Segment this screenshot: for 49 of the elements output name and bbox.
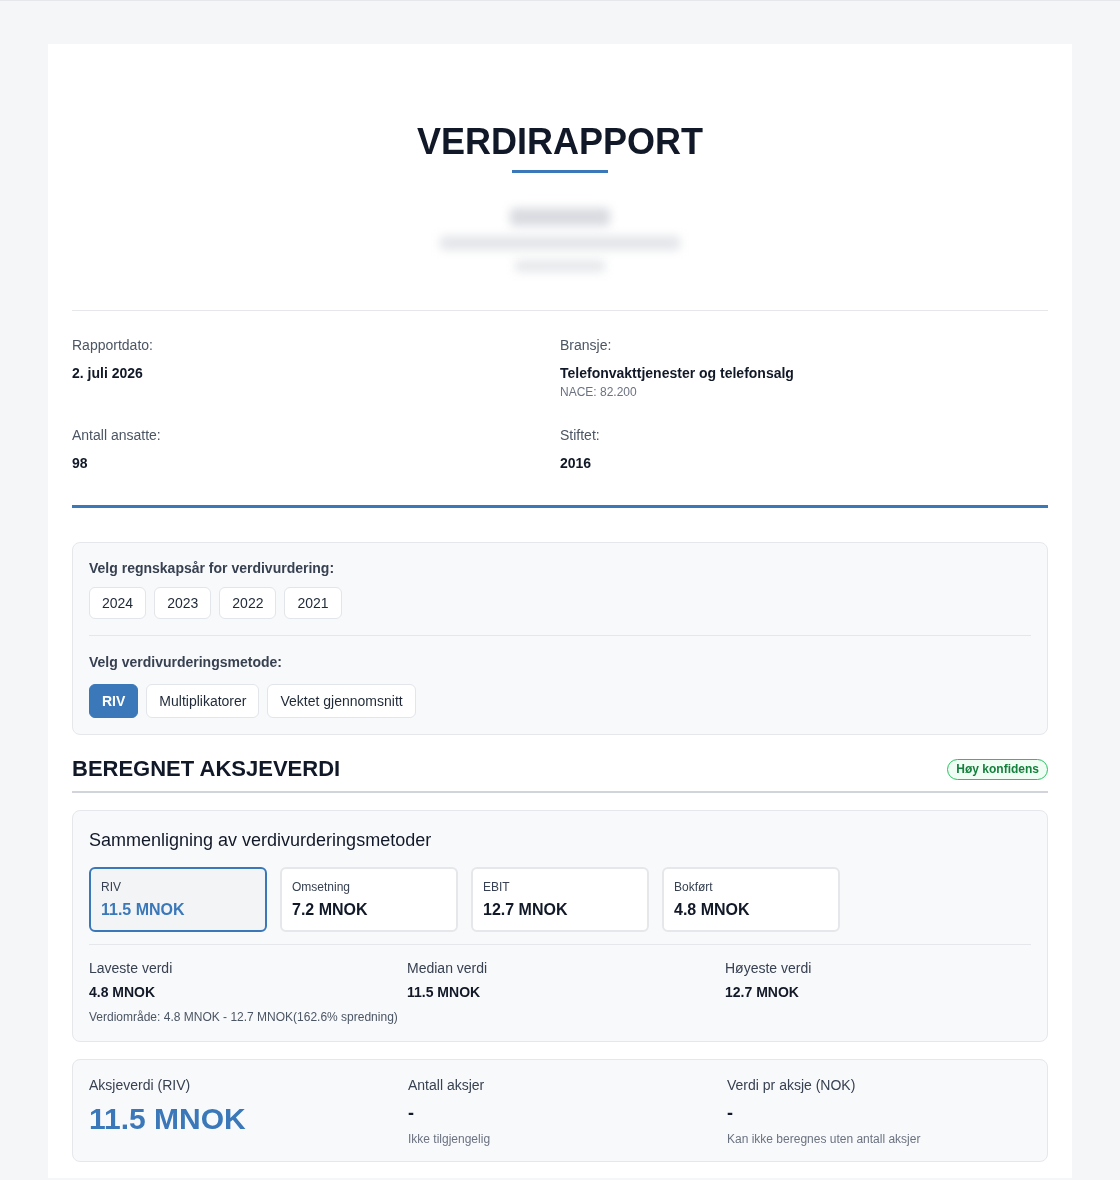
method-label: RIV	[101, 879, 121, 895]
info-label: Rapportdato:	[72, 336, 154, 355]
report-title: VERDIRAPPORT	[417, 122, 703, 162]
stat-label: Median verdi	[407, 959, 489, 978]
info-value: 98	[72, 454, 89, 473]
method-card[interactable]: Omsetning 7.2 MNOK	[280, 867, 458, 932]
method-label: Omsetning	[292, 879, 351, 895]
stat-label: Høyeste verdi	[725, 959, 813, 978]
method-value: 7.2 MNOK	[292, 900, 368, 920]
summary-value: -	[727, 1102, 733, 1125]
option-button[interactable]: 2021	[284, 587, 342, 619]
stat-label: Laveste verdi	[89, 959, 174, 978]
method-card[interactable]: EBIT 12.7 MNOK	[471, 867, 649, 932]
summary-note: Ikke tilgjengelig	[408, 1131, 492, 1147]
method-value: 12.7 MNOK	[483, 900, 568, 920]
info-value: 2. juli 2026	[72, 364, 144, 383]
selector-label: Velg verdivurderingsmetode:	[89, 653, 283, 672]
method-value: 4.8 MNOK	[674, 900, 750, 920]
method-value: 11.5 MNOK	[101, 900, 185, 920]
option-button[interactable]: Vektet gjennomsnitt	[267, 684, 416, 718]
info-value: Telefonvakttjenester og telefonsalg	[560, 364, 795, 383]
method-label: EBIT	[483, 879, 510, 895]
comparison-title: Sammenligning av verdivurderingsmetoder	[89, 829, 433, 852]
summary-value: -	[408, 1102, 414, 1125]
info-value: 2016	[560, 454, 593, 473]
summary-label: Aksjeverdi (RIV)	[89, 1076, 192, 1095]
selector-label: Velg regnskapsår for verdivurdering:	[89, 559, 336, 578]
option-button[interactable]: 2023	[154, 587, 212, 619]
info-label: Stiftet:	[560, 426, 601, 445]
option-button[interactable]: Multiplikatorer	[146, 684, 260, 718]
confidence-badge: Høy konfidens	[947, 758, 1048, 780]
summary-label: Verdi pr aksje (NOK)	[727, 1076, 857, 1095]
option-button[interactable]: 2024	[89, 587, 147, 619]
info-note: NACE: 82.200	[560, 384, 638, 400]
range-note: Verdiområde: 4.8 MNOK - 12.7 MNOK(162.6% spredning)	[89, 1009, 399, 1025]
option-button[interactable]: RIV	[89, 684, 139, 718]
stat-value: 4.8 MNOK	[89, 983, 157, 1002]
method-card[interactable]: RIV 11.5 MNOK	[89, 867, 267, 932]
info-label: Antall ansatte:	[72, 426, 162, 445]
stat-value: 12.7 MNOK	[725, 983, 800, 1002]
info-label: Bransje:	[560, 336, 613, 355]
option-button[interactable]: 2022	[219, 587, 277, 619]
section-heading: BEREGNET AKSJEVERDI	[72, 755, 341, 783]
method-card[interactable]: Bokført 4.8 MNOK	[662, 867, 840, 932]
method-label: Bokført	[674, 879, 713, 895]
stat-value: 11.5 MNOK	[407, 983, 482, 1002]
summary-label: Antall aksjer	[408, 1076, 486, 1095]
summary-note: Kan ikke beregnes uten antall aksjer	[727, 1131, 922, 1147]
summary-value: 11.5 MNOK	[89, 1101, 247, 1137]
